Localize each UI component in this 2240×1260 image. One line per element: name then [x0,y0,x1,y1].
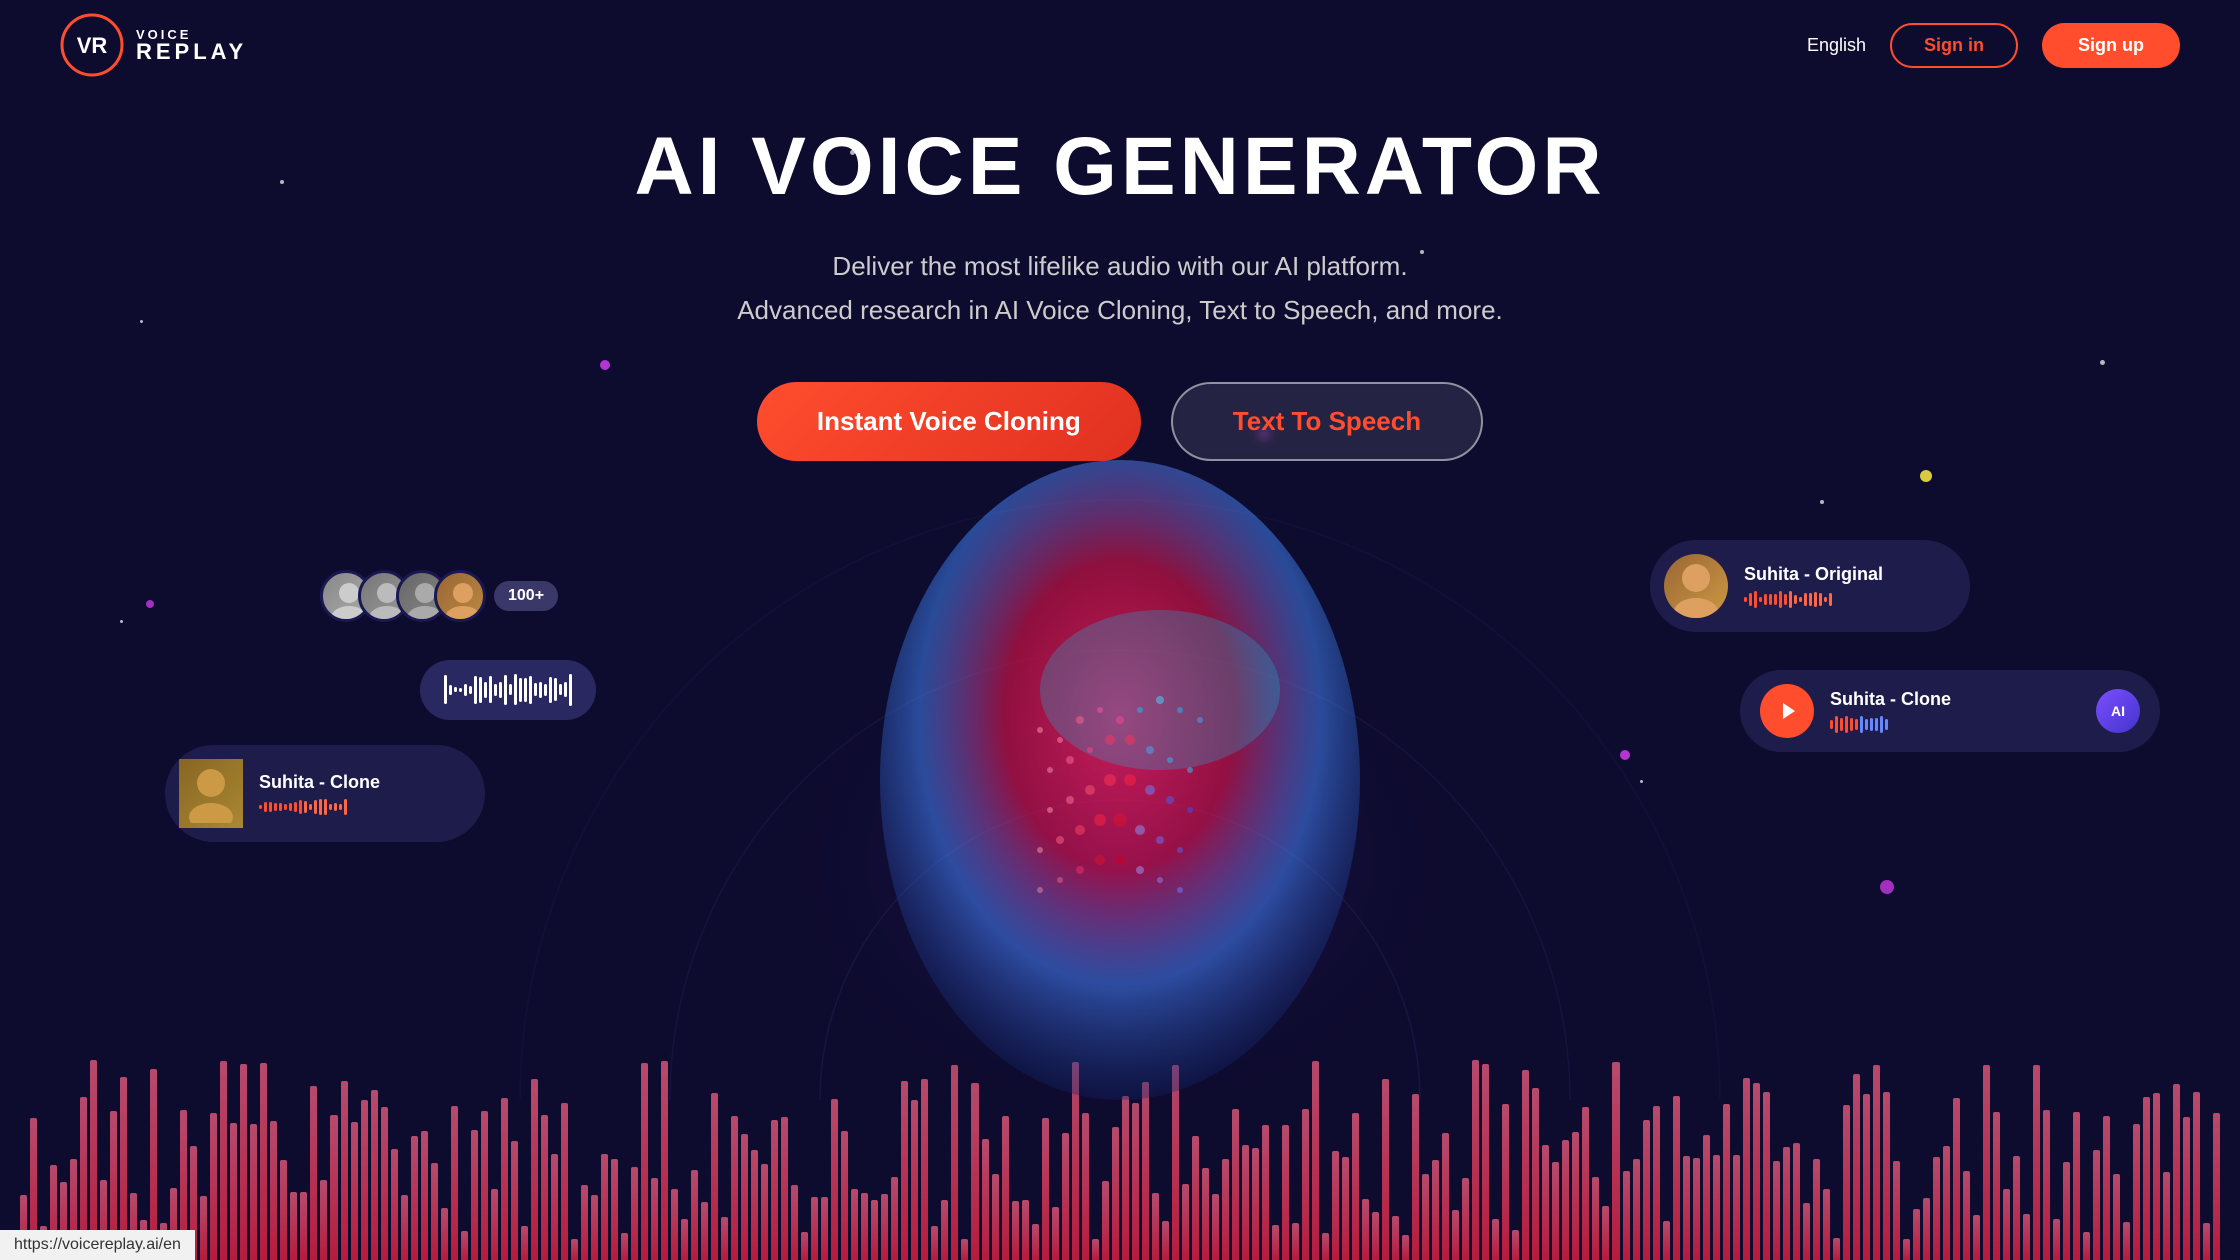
suhita-clone-info: Suhita - Clone [259,772,380,816]
suhita-clone-player-name: Suhita - Clone [1830,689,2080,710]
voice-cloning-button[interactable]: Instant Voice Cloning [757,382,1141,461]
avatar-4 [434,570,486,622]
logo-text: VOICE REPLAY [136,28,247,63]
suhita-clone-player-card: Suhita - Clone AI [1740,670,2160,752]
suhita-clone-player-waveform [1830,716,2080,733]
suhita-clone-avatar [179,759,243,828]
hero-subtitle: Deliver the most lifelike audio with our… [520,244,1720,332]
logo-icon: VR [60,13,124,77]
play-button[interactable] [1760,684,1814,738]
suhita-clone-player-info: Suhita - Clone [1830,689,2080,733]
logo[interactable]: VR VOICE REPLAY [60,13,247,77]
suhita-original-name: Suhita - Original [1744,564,1883,585]
url-bar: https://voicereplay.ai/en [0,1230,195,1260]
waveform-pill: // Generate waveform bars inline [420,660,596,720]
hero-buttons: Instant Voice Cloning Text To Speech [520,382,1720,461]
ai-badge: AI [2096,689,2140,733]
avatar-group-card: 100+ [320,570,558,622]
suhita-original-waveform [1744,591,1883,609]
avatar-group [320,570,486,622]
suhita-clone-name: Suhita - Clone [259,772,380,793]
page-title: AI VOICE GENERATOR [520,120,1720,214]
language-selector[interactable]: English [1807,35,1866,56]
avatar-count: 100+ [494,581,558,611]
waveform-mini [444,674,572,706]
signin-button[interactable]: Sign in [1890,23,2018,68]
suhita-avatar [1664,554,1728,618]
suhita-original-info: Suhita - Original [1744,564,1883,609]
hero-section: AI VOICE GENERATOR Deliver the most life… [520,120,1720,521]
svg-text:VR: VR [77,33,108,58]
header-right: English Sign in Sign up [1807,23,2180,68]
text-to-speech-button[interactable]: Text To Speech [1171,382,1483,461]
signup-button[interactable]: Sign up [2042,23,2180,68]
suhita-original-card: Suhita - Original [1650,540,1970,632]
header: VR VOICE REPLAY English Sign in Sign up [0,0,2240,90]
suhita-clone-waveform [259,799,380,816]
suhita-clone-card: Suhita - Clone [165,745,485,842]
